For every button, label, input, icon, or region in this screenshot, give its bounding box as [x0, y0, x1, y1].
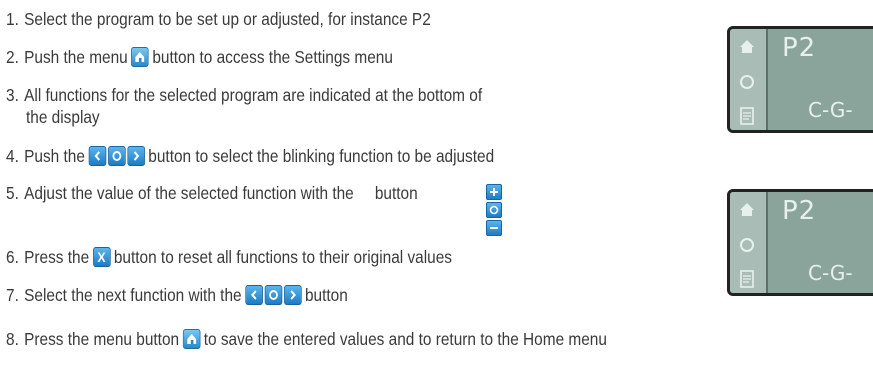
left-ok-right-icons — [88, 146, 145, 166]
step-text-pre: Press the menu button — [24, 329, 180, 349]
home-icon — [740, 203, 754, 216]
lcd-display-bottom: P2 C-G- — [727, 189, 873, 296]
chevron-left-icon — [88, 146, 107, 166]
step-text: All functions for the selected program a… — [24, 85, 483, 105]
left-ok-right-icons — [245, 285, 302, 305]
step-7: 7. Select the next function with the but… — [6, 284, 348, 306]
ok-circle-icon — [264, 285, 283, 305]
document-icon — [740, 270, 754, 288]
plus-icon — [486, 184, 502, 200]
step-4: 4. Push the button to select the blinkin… — [6, 145, 494, 167]
step-6: 6. Press the X button to reset all funct… — [6, 246, 452, 268]
document-icon — [740, 107, 754, 125]
step-number: 4. — [6, 146, 19, 166]
step-number: 7. — [6, 285, 19, 305]
step-text-pre: Push the menu — [24, 47, 128, 67]
lcd-program: P2 — [782, 196, 817, 226]
step-number: 2. — [6, 47, 19, 67]
step-text-post: button — [304, 285, 348, 305]
lcd-side-panel — [730, 29, 768, 130]
chevron-left-icon — [245, 285, 263, 305]
chevron-right-icon — [127, 146, 145, 166]
step-text-post: to save the entered values and to return… — [203, 329, 607, 349]
gear-icon — [740, 238, 754, 252]
step-text-post: button to reset all functions to their o… — [113, 247, 452, 267]
step-text-pre: Select the next function with the — [24, 285, 242, 305]
lcd-functions: C-G- — [808, 261, 853, 285]
plus-ok-minus-icons — [486, 184, 502, 236]
home-icon — [740, 40, 754, 53]
step-number: 5. — [6, 183, 19, 203]
step-text: Select the program to be set up or adjus… — [24, 9, 431, 29]
step-text-post: button to select the blinking function t… — [148, 146, 495, 166]
step-5: 5. Adjust the value of the selected func… — [6, 182, 418, 204]
chevron-right-icon — [283, 285, 302, 305]
step-8: 8. Press the menu button to save the ent… — [6, 328, 607, 350]
step-number: 8. — [6, 329, 19, 349]
step-2: 2. Push the menu button to access the Se… — [6, 46, 393, 68]
gear-icon — [740, 75, 754, 89]
step-number: 3. — [6, 85, 19, 105]
x-icon: X — [92, 247, 111, 267]
menu-home-icon — [182, 329, 201, 349]
ok-circle-icon — [486, 202, 502, 218]
menu-home-icon — [131, 47, 149, 67]
step-1: 1. Select the program to be set up or ad… — [6, 8, 431, 30]
step-3-continued: the display — [26, 106, 100, 128]
lcd-side-panel — [730, 192, 768, 293]
ok-circle-icon — [107, 146, 126, 166]
lcd-functions: C-G- — [808, 98, 853, 122]
step-text-pre: Push the — [24, 146, 85, 166]
minus-icon — [486, 220, 502, 236]
step-text-post: button — [374, 183, 418, 203]
step-number: 6. — [6, 247, 19, 267]
step-text: the display — [26, 107, 100, 127]
step-text-pre: Press the — [24, 247, 90, 267]
lcd-display-top: P2 C-G- — [727, 26, 873, 133]
lcd-program: P2 — [782, 33, 817, 63]
step-number: 1. — [6, 9, 19, 29]
step-text-pre: Adjust the value of the selected functio… — [24, 183, 354, 203]
step-text-post: button to access the Settings menu — [152, 47, 393, 67]
step-3: 3. All functions for the selected progra… — [6, 84, 482, 106]
